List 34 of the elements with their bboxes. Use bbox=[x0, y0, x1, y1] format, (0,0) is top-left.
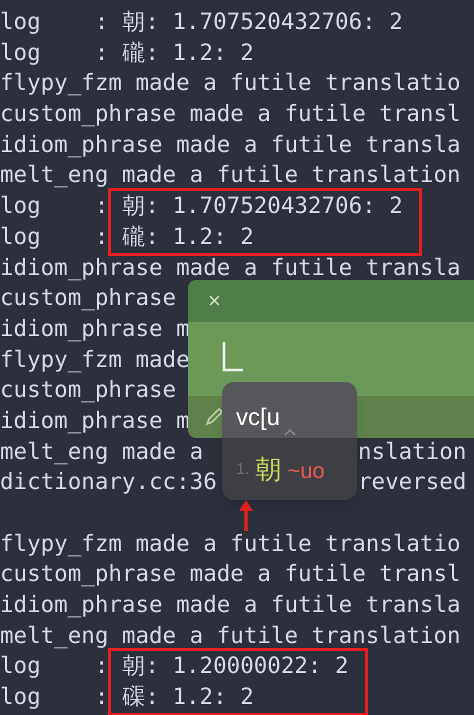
text-cursor-icon bbox=[222, 342, 244, 372]
log-line: melt_eng made a futile translation bbox=[0, 162, 461, 188]
log-label: log : bbox=[0, 684, 108, 710]
log-text: 磲: 1.2: 2 bbox=[122, 684, 254, 710]
log-text: 礲: 1.2: 2 bbox=[122, 40, 254, 66]
log-label: log : bbox=[0, 224, 108, 250]
log-text: 朝: 1.20000022: 2 bbox=[122, 653, 349, 680]
log-line: idiom_phrase made a futile transla bbox=[0, 132, 461, 158]
log-line: idiom_phrase made a futile transla bbox=[0, 254, 461, 280]
log-line: flypy_fzm made a futile translatio bbox=[0, 530, 461, 557]
log-line: custom_phrase bbox=[0, 285, 176, 312]
log-line: custom_phrase made a futile transl bbox=[0, 101, 461, 128]
log-line: melt_eng made a futile translation bbox=[0, 622, 461, 649]
log-line: reversed bbox=[358, 468, 466, 498]
log-line: flypy_fzm made bbox=[0, 346, 190, 373]
close-button[interactable]: × bbox=[208, 290, 221, 312]
caret-icon bbox=[284, 428, 296, 436]
log-text: 朝: 1.707520432706: 2 bbox=[122, 193, 403, 220]
log-label: log : bbox=[0, 653, 108, 680]
log-label: log : bbox=[0, 193, 108, 220]
preedit-text: vc[u bbox=[236, 406, 280, 430]
log-line: flypy_fzm made a futile translatio bbox=[0, 70, 461, 96]
log-label: log : bbox=[0, 40, 108, 66]
log-text: 朝: 1.707520432706: 2 bbox=[122, 9, 403, 35]
log-text: 礲: 1.2: 2 bbox=[122, 224, 254, 250]
log-line: nslation bbox=[358, 438, 466, 467]
pencil-icon[interactable] bbox=[204, 407, 224, 427]
log-line: custom_phrase bbox=[0, 377, 176, 404]
log-line: idiom_phrase made a futile transla bbox=[0, 592, 461, 618]
arrow-annotation bbox=[238, 500, 254, 532]
log-line: custom_phrase made a futile transl bbox=[0, 561, 461, 588]
log-label: log : bbox=[0, 9, 108, 35]
log-line: melt_eng made a bbox=[0, 438, 204, 465]
log-line: dictionary.cc:36 bbox=[0, 469, 217, 496]
